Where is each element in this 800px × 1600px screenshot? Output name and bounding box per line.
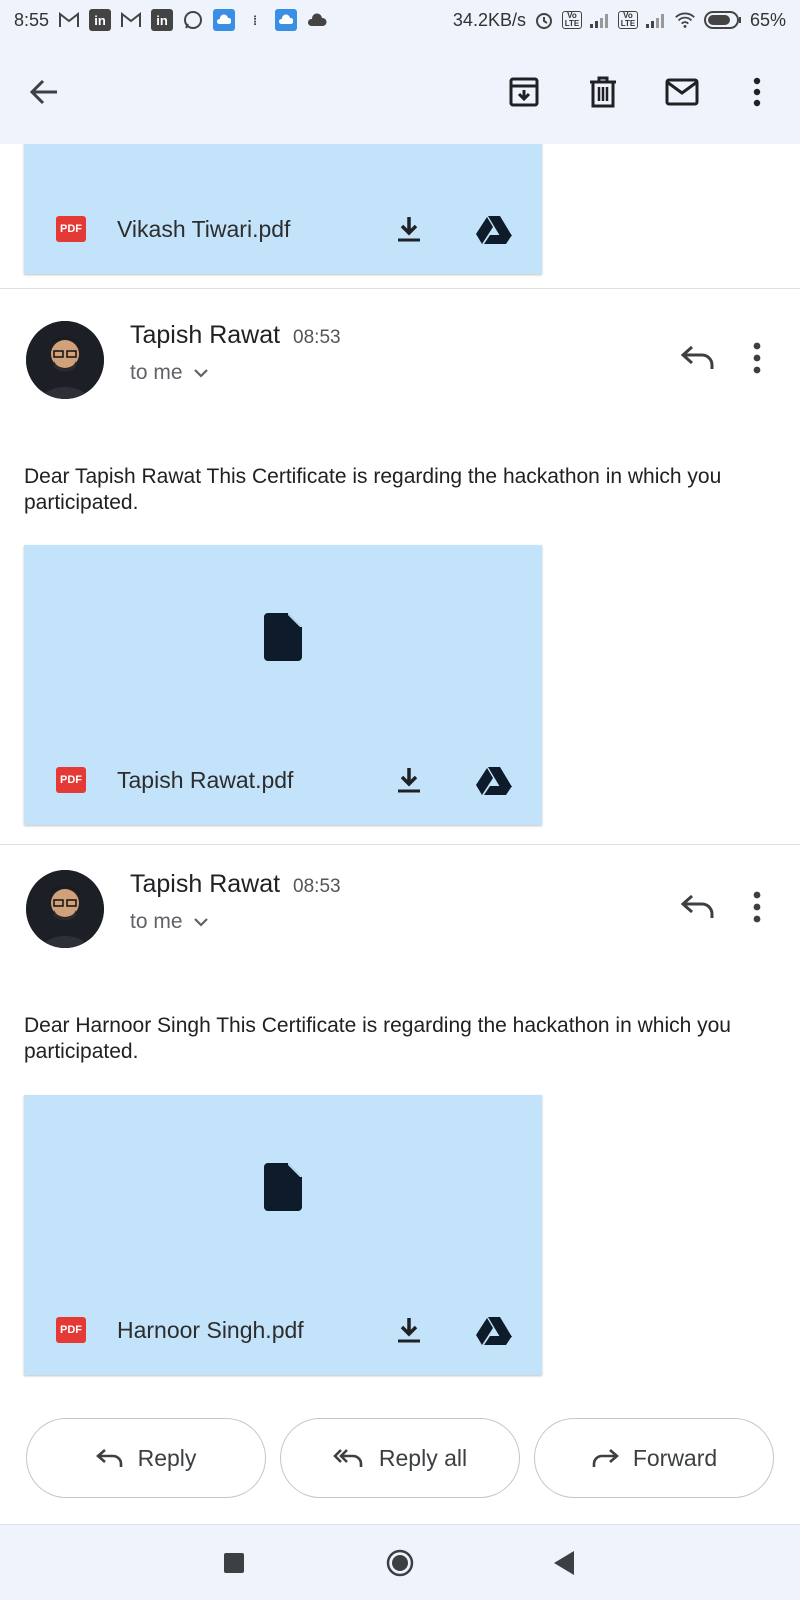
message-time: 08:53 — [293, 327, 341, 348]
forward-button[interactable]: Forward — [534, 1418, 774, 1498]
chevron-down-icon — [193, 918, 208, 927]
steps-icon: ⁞ — [252, 12, 258, 28]
attachment-card[interactable]: PDF Tapish Rawat.pdf — [24, 545, 542, 825]
trash-icon — [590, 76, 616, 108]
sender-name: Tapish Rawat — [130, 321, 281, 349]
back-arrow-icon — [29, 79, 57, 105]
volte-icon: Vo LTE — [617, 11, 638, 29]
archive-button[interactable] — [500, 68, 548, 116]
mark-unread-button[interactable] — [658, 68, 706, 116]
gmail-icon — [58, 9, 80, 31]
message-body: Dear Harnoor Singh This Certificate is r… — [24, 1014, 731, 1063]
cloud-upload-app-icon — [213, 9, 236, 31]
drive-icon[interactable] — [476, 214, 512, 244]
recipient-toggle[interactable]: to me — [130, 361, 209, 385]
attachment-card[interactable]: PDF Vikash Tiwari.pdf — [24, 144, 542, 274]
signal-icon — [645, 9, 667, 31]
reply-icon[interactable] — [680, 892, 716, 922]
file-icon — [264, 1163, 302, 1211]
recipient-toggle[interactable]: to me — [130, 910, 209, 934]
status-bar: 8:55 in in ⁞ 34.2KB/s Vo LTE Vo LTE 65% — [0, 0, 800, 40]
reply-all-button[interactable]: Reply all — [280, 1418, 520, 1498]
message-header[interactable]: Tapish Rawat 08:53 to me — [0, 870, 800, 980]
divider — [0, 288, 800, 289]
message-thread: PDF Vikash Tiwari.pdf Tapish Rawat 08:53… — [0, 144, 800, 1524]
recents-icon[interactable] — [224, 1553, 244, 1573]
reply-icon[interactable] — [680, 343, 716, 373]
cloud-upload-app-icon — [275, 9, 298, 31]
message-time: 08:53 — [293, 876, 341, 897]
attachment-file-name: Harnoor Singh.pdf — [117, 1316, 304, 1343]
pdf-badge: PDF — [56, 216, 86, 242]
pdf-badge: PDF — [56, 767, 86, 793]
file-icon — [264, 613, 302, 661]
linkedin-icon: in — [89, 9, 112, 31]
mail-icon — [665, 78, 699, 106]
wifi-icon — [674, 9, 696, 31]
alarm-icon — [533, 9, 555, 31]
home-icon[interactable] — [386, 1549, 414, 1577]
divider — [0, 844, 800, 845]
avatar[interactable] — [26, 321, 104, 399]
more-vert-icon[interactable] — [750, 341, 764, 375]
download-icon[interactable] — [394, 765, 424, 795]
back-nav-icon[interactable] — [554, 1551, 574, 1575]
reply-label: Reply — [137, 1444, 197, 1471]
more-vert-icon[interactable] — [750, 890, 764, 924]
status-time: 8:55 — [14, 9, 50, 30]
battery-icon — [703, 9, 743, 31]
more-vert-icon — [753, 77, 761, 107]
linkedin-icon: in — [151, 9, 174, 31]
reply-all-icon — [333, 1449, 363, 1467]
forward-icon — [592, 1449, 619, 1467]
network-speed: 34.2KB/s — [452, 9, 526, 30]
battery-percent: 65% — [749, 9, 786, 30]
top-app-bar — [0, 40, 800, 144]
chevron-down-icon — [193, 369, 208, 378]
download-icon[interactable] — [394, 214, 424, 244]
reply-all-label: Reply all — [378, 1444, 468, 1471]
whatsapp-icon — [182, 9, 204, 31]
signal-icon — [589, 9, 611, 31]
reply-button[interactable]: Reply — [26, 1418, 266, 1498]
gmail-icon — [120, 9, 142, 31]
forward-label: Forward — [632, 1444, 718, 1471]
reply-icon — [95, 1449, 122, 1467]
message-actions: Reply Reply all Forward — [0, 1418, 800, 1500]
attachment-file-name: Tapish Rawat.pdf — [117, 766, 294, 793]
sender-name: Tapish Rawat — [130, 870, 281, 898]
cloud-icon — [306, 9, 328, 31]
avatar[interactable] — [26, 870, 104, 948]
recipient-label: to me — [130, 361, 183, 384]
download-icon[interactable] — [394, 1315, 424, 1345]
system-nav-bar — [0, 1524, 800, 1600]
delete-button[interactable] — [579, 68, 627, 116]
drive-icon[interactable] — [476, 765, 512, 795]
drive-icon[interactable] — [476, 1315, 512, 1345]
message-header[interactable]: Tapish Rawat 08:53 to me — [0, 321, 800, 431]
message-body: Dear Tapish Rawat This Certificate is re… — [24, 465, 722, 514]
recipient-label: to me — [130, 910, 183, 933]
pdf-badge: PDF — [56, 1317, 86, 1343]
attachment-file-name: Vikash Tiwari.pdf — [117, 215, 291, 242]
back-button[interactable] — [20, 68, 68, 116]
archive-icon — [509, 77, 539, 107]
attachment-card[interactable]: PDF Harnoor Singh.pdf — [24, 1095, 542, 1375]
more-options-button[interactable] — [733, 68, 781, 116]
volte-icon: Vo LTE — [561, 11, 582, 29]
